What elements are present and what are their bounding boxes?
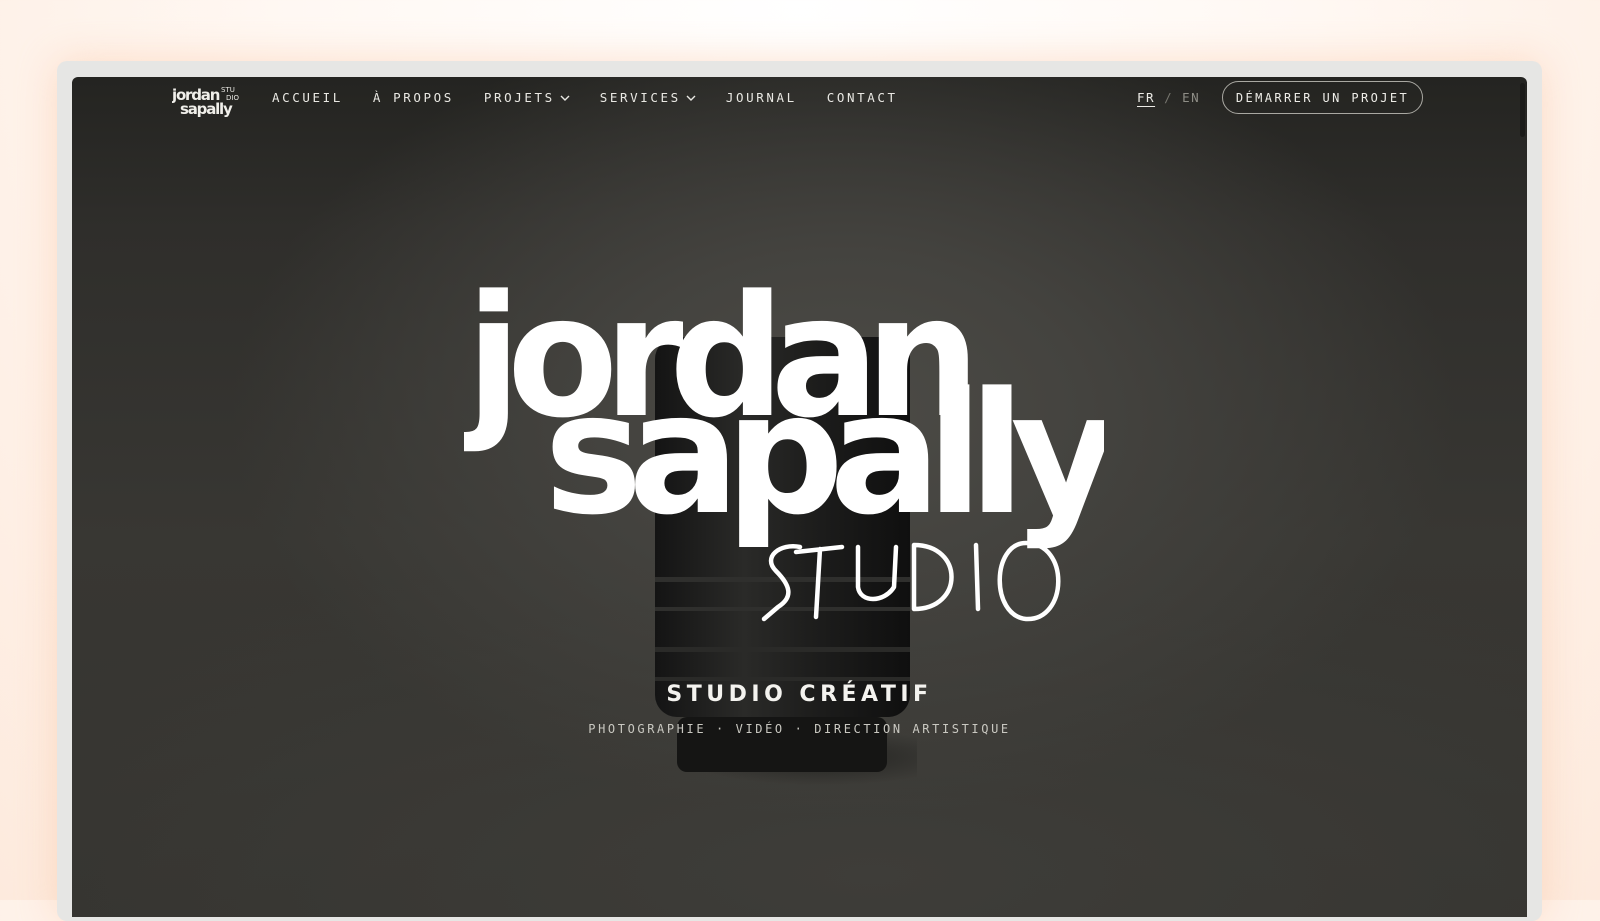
svg-text:STU: STU bbox=[221, 86, 235, 94]
language-switcher: FR / EN bbox=[1137, 90, 1200, 105]
lang-fr-link[interactable]: FR bbox=[1137, 90, 1155, 105]
lang-en-link[interactable]: EN bbox=[1182, 90, 1200, 105]
nav-links: ACCUEIL À PROPOS PROJETS SERVICES JOURNA… bbox=[272, 90, 928, 105]
hero-subline: PHOTOGRAPHIE · VIDÉO · DIRECTION ARTISTI… bbox=[588, 722, 1011, 736]
hero-logo: jordan sapally bbox=[464, 259, 1104, 622]
lang-separator: / bbox=[1164, 90, 1174, 105]
nav-item-accueil[interactable]: ACCUEIL bbox=[272, 90, 343, 105]
hero-logo-word-sapally: sapally bbox=[544, 356, 1104, 552]
top-navigation: jordan sapally STU DIO ACCUEIL À PROPOS … bbox=[72, 77, 1527, 121]
website-viewport: jordan sapally STU DIO ACCUEIL À PROPOS … bbox=[72, 77, 1527, 917]
svg-text:DIO: DIO bbox=[226, 94, 239, 102]
nav-item-projets[interactable]: PROJETS bbox=[484, 90, 570, 105]
nav-item-a-propos[interactable]: À PROPOS bbox=[373, 90, 454, 105]
chevron-down-icon bbox=[560, 95, 570, 101]
nav-item-services[interactable]: SERVICES bbox=[600, 90, 696, 105]
chevron-down-icon bbox=[686, 95, 696, 101]
start-project-button[interactable]: DÉMARRER UN PROJET bbox=[1222, 81, 1423, 114]
hero-tagline: STUDIO CRÉATIF bbox=[666, 682, 933, 707]
hero-logo-studio-handwritten bbox=[761, 540, 1061, 622]
jordan-sapally-logo-icon[interactable]: jordan sapally STU DIO bbox=[172, 83, 242, 117]
nav-item-journal[interactable]: JOURNAL bbox=[726, 90, 797, 105]
nav-item-contact[interactable]: CONTACT bbox=[827, 90, 898, 105]
scrollbar-thumb[interactable] bbox=[1520, 83, 1525, 137]
svg-text:sapally: sapally bbox=[180, 100, 233, 117]
